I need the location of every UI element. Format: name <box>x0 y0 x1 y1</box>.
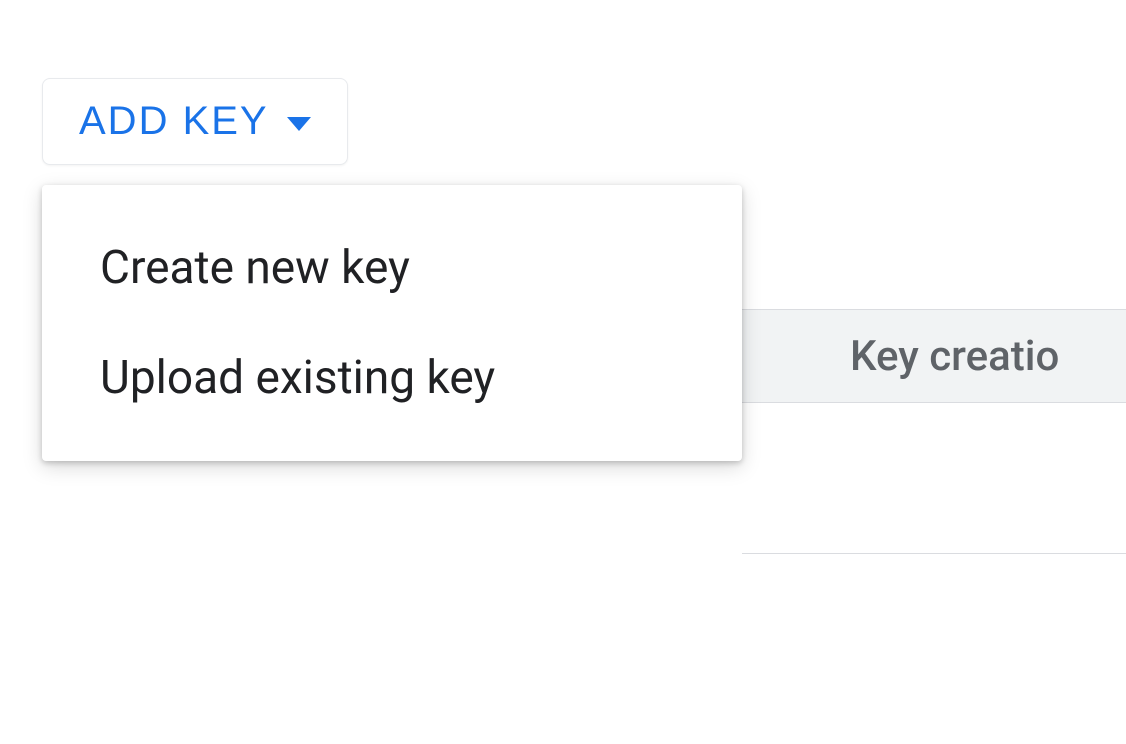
menu-item-create-new-key[interactable]: Create new key <box>42 213 742 323</box>
table-header-key-creation: Key creatio <box>850 332 1059 381</box>
add-key-button[interactable]: ADD KEY <box>42 78 348 165</box>
table-header-row: Key creatio <box>742 309 1126 403</box>
table-row-divider <box>742 553 1126 554</box>
menu-item-upload-existing-key[interactable]: Upload existing key <box>42 323 742 433</box>
add-key-dropdown-menu: Create new key Upload existing key <box>42 185 742 461</box>
dropdown-arrow-icon <box>287 117 311 131</box>
add-key-label: ADD KEY <box>79 99 269 144</box>
